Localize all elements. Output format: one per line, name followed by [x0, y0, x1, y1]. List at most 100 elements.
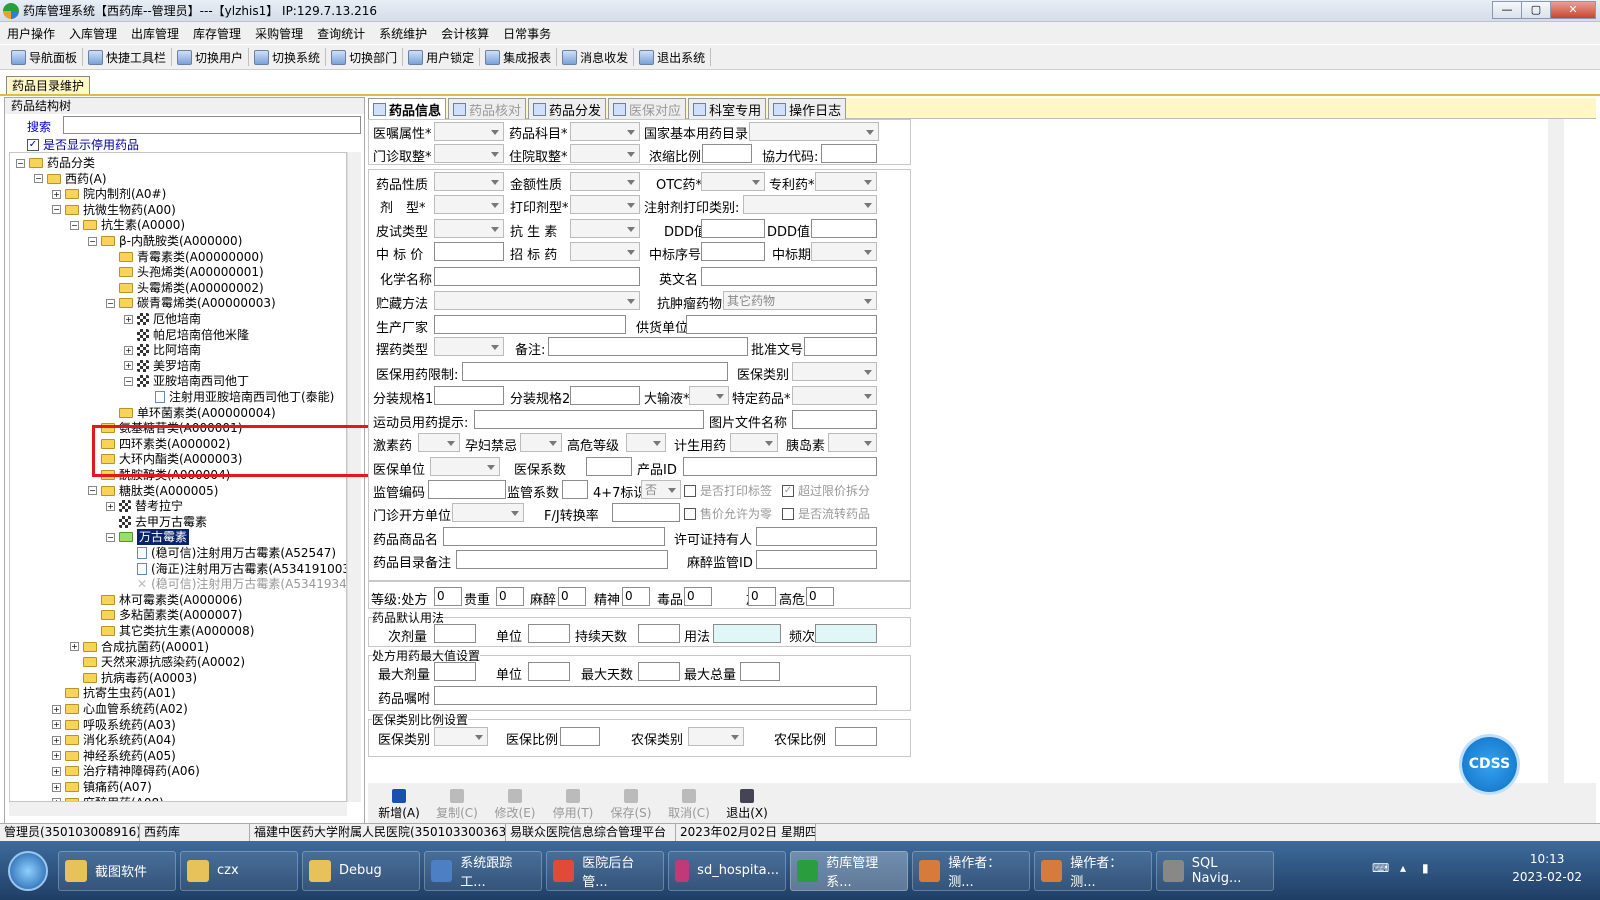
text-input[interactable] [528, 624, 570, 643]
dropdown[interactable] [730, 433, 778, 452]
text-input[interactable] [428, 480, 506, 499]
tree-node[interactable]: 头孢烯类(A00000001) [106, 264, 264, 280]
text-input[interactable] [821, 144, 877, 163]
collapse-icon[interactable]: − [70, 220, 79, 230]
close-button[interactable]: ✕ [1550, 1, 1596, 19]
tree-node[interactable]: − 碳青霉烯类(A00000003) [106, 295, 276, 311]
text-input[interactable] [701, 219, 765, 238]
text-input[interactable] [756, 550, 877, 569]
tab-3[interactable]: 医保对应 [608, 98, 687, 119]
tree-node[interactable]: 天然来源抗感染药(A0002) [70, 654, 245, 670]
tree-node[interactable]: +麻醉用药(A08) [52, 795, 164, 801]
tree-node[interactable]: (稳可信)注射用万古霉素(A52547) [124, 545, 336, 561]
tab-4[interactable]: 科室专用 [688, 98, 767, 119]
dropdown[interactable] [570, 122, 640, 141]
text-input[interactable] [701, 267, 877, 286]
text-input[interactable] [456, 550, 668, 569]
grade-input[interactable]: 0 [496, 587, 524, 606]
text-input[interactable] [570, 386, 640, 405]
dropdown[interactable] [570, 172, 640, 191]
taskbar-item-2[interactable]: Debug [302, 850, 420, 891]
dropdown[interactable] [434, 172, 504, 191]
text-input[interactable] [434, 686, 877, 705]
dropdown[interactable] [434, 727, 488, 746]
tree-node[interactable]: 青霉素类(A00000000) [106, 249, 264, 265]
text-input[interactable] [474, 410, 704, 429]
tree-node[interactable]: 林可霉素类(A000006) [88, 592, 242, 608]
action-button-3[interactable]: 停用(T) [544, 789, 602, 823]
tree-node[interactable]: + 镇痛药(A07) [52, 779, 152, 795]
action-button-5[interactable]: 取消(C) [660, 789, 718, 823]
keyboard-icon[interactable]: ⌨ [1372, 861, 1389, 875]
text-input[interactable] [434, 662, 476, 681]
tree-node[interactable]: + 院内制剂(A0#) [52, 186, 166, 202]
grade-input[interactable]: 0 [806, 587, 834, 606]
maximize-button[interactable]: ▢ [1521, 1, 1551, 19]
action-button-1[interactable]: 复制(C) [428, 789, 486, 823]
text-input[interactable] [756, 527, 877, 546]
tree-node[interactable]: + 呼吸系统药(A03) [52, 717, 176, 733]
menu-item-6[interactable]: 系统维护 [372, 25, 434, 42]
expand-icon[interactable]: + [124, 345, 133, 355]
collapse-icon[interactable]: − [52, 205, 61, 215]
text-input[interactable] [560, 727, 600, 746]
tree-node[interactable]: + 美罗培南 [124, 358, 201, 374]
tree-vertical-scrollbar[interactable] [347, 152, 361, 802]
toolbar-button-5[interactable]: 用户锁定 [403, 48, 481, 66]
tree-horizontal-scrollbar[interactable] [9, 802, 347, 816]
taskbar-item-6[interactable]: 药库管理系... [790, 850, 908, 891]
text-input[interactable] [443, 527, 665, 546]
text-input[interactable] [835, 727, 877, 746]
text-input[interactable] [434, 267, 640, 286]
text-input[interactable] [528, 662, 570, 681]
toolbar-button-6[interactable]: 集成报表 [480, 48, 558, 66]
text-input[interactable] [804, 337, 877, 356]
toolbar-button-2[interactable]: 切换用户 [172, 48, 250, 66]
checkbox-1[interactable]: ✓ 超过限价拆分 [782, 482, 870, 499]
expand-icon[interactable]: + [52, 782, 61, 792]
dropdown[interactable] [570, 195, 640, 214]
tree-node[interactable]: − 抗微生物药(A00) [52, 202, 176, 218]
toolbar-button-1[interactable]: 快捷工具栏 [83, 48, 173, 66]
show-stopped-checkbox[interactable]: ✓ 是否显示停用药品 [27, 136, 139, 153]
menu-item-8[interactable]: 日常事务 [496, 25, 558, 42]
text-input[interactable] [740, 662, 780, 681]
action-button-0[interactable]: 新增(A) [370, 789, 428, 823]
menu-item-0[interactable]: 用户操作 [0, 25, 62, 42]
tree-node[interactable]: (海正)注射用万古霉素(A534191003) [124, 561, 346, 577]
tree-node[interactable]: + 治疗精神障碍药(A06) [52, 763, 200, 779]
expand-icon[interactable]: + [52, 735, 61, 745]
dropdown[interactable] [688, 727, 744, 746]
dropdown[interactable] [792, 386, 877, 405]
usage-input[interactable] [713, 624, 781, 643]
tree-node[interactable]: 帕尼培南倍他米隆 [124, 327, 249, 343]
taskbar-item-9[interactable]: SQL Navig... [1156, 850, 1274, 891]
tree-node[interactable]: 头霉烯类(A00000002) [106, 280, 264, 296]
expand-icon[interactable]: + [70, 642, 79, 652]
tree-node[interactable]: 抗病毒药(A0003) [70, 670, 197, 686]
collapse-icon[interactable]: − [34, 174, 43, 184]
text-input[interactable] [811, 219, 877, 238]
dropdown[interactable] [828, 433, 877, 452]
expand-icon[interactable]: + [124, 314, 133, 324]
action-button-6[interactable]: 退出(X) [718, 789, 776, 823]
tab-5[interactable]: 操作日志 [768, 98, 847, 119]
search-input[interactable] [63, 116, 361, 134]
clock[interactable]: 10:13 2023-02-02 [1512, 850, 1582, 886]
action-button-2[interactable]: 修改(E) [486, 789, 544, 823]
expand-icon[interactable]: + [52, 189, 61, 199]
expand-icon[interactable]: + [52, 720, 61, 730]
toolbar-button-3[interactable]: 切换系统 [249, 48, 327, 66]
windows-start-icon[interactable] [8, 850, 48, 891]
text-input[interactable] [612, 503, 680, 522]
toolbar-button-0[interactable]: 导航面板 [6, 48, 84, 66]
expand-icon[interactable]: + [52, 751, 61, 761]
toolbar-button-8[interactable]: 退出系统 [634, 48, 712, 66]
collapse-icon[interactable]: − [106, 298, 115, 308]
dropdown[interactable] [570, 144, 640, 163]
antitumor-dropdown[interactable]: 其它药物 [723, 291, 877, 310]
grade-input[interactable]: 0 [748, 587, 776, 606]
collapse-icon[interactable]: − [88, 486, 97, 496]
collapse-icon[interactable]: − [106, 532, 115, 542]
tree-node[interactable]: 多粘菌素类(A000007) [88, 607, 242, 623]
